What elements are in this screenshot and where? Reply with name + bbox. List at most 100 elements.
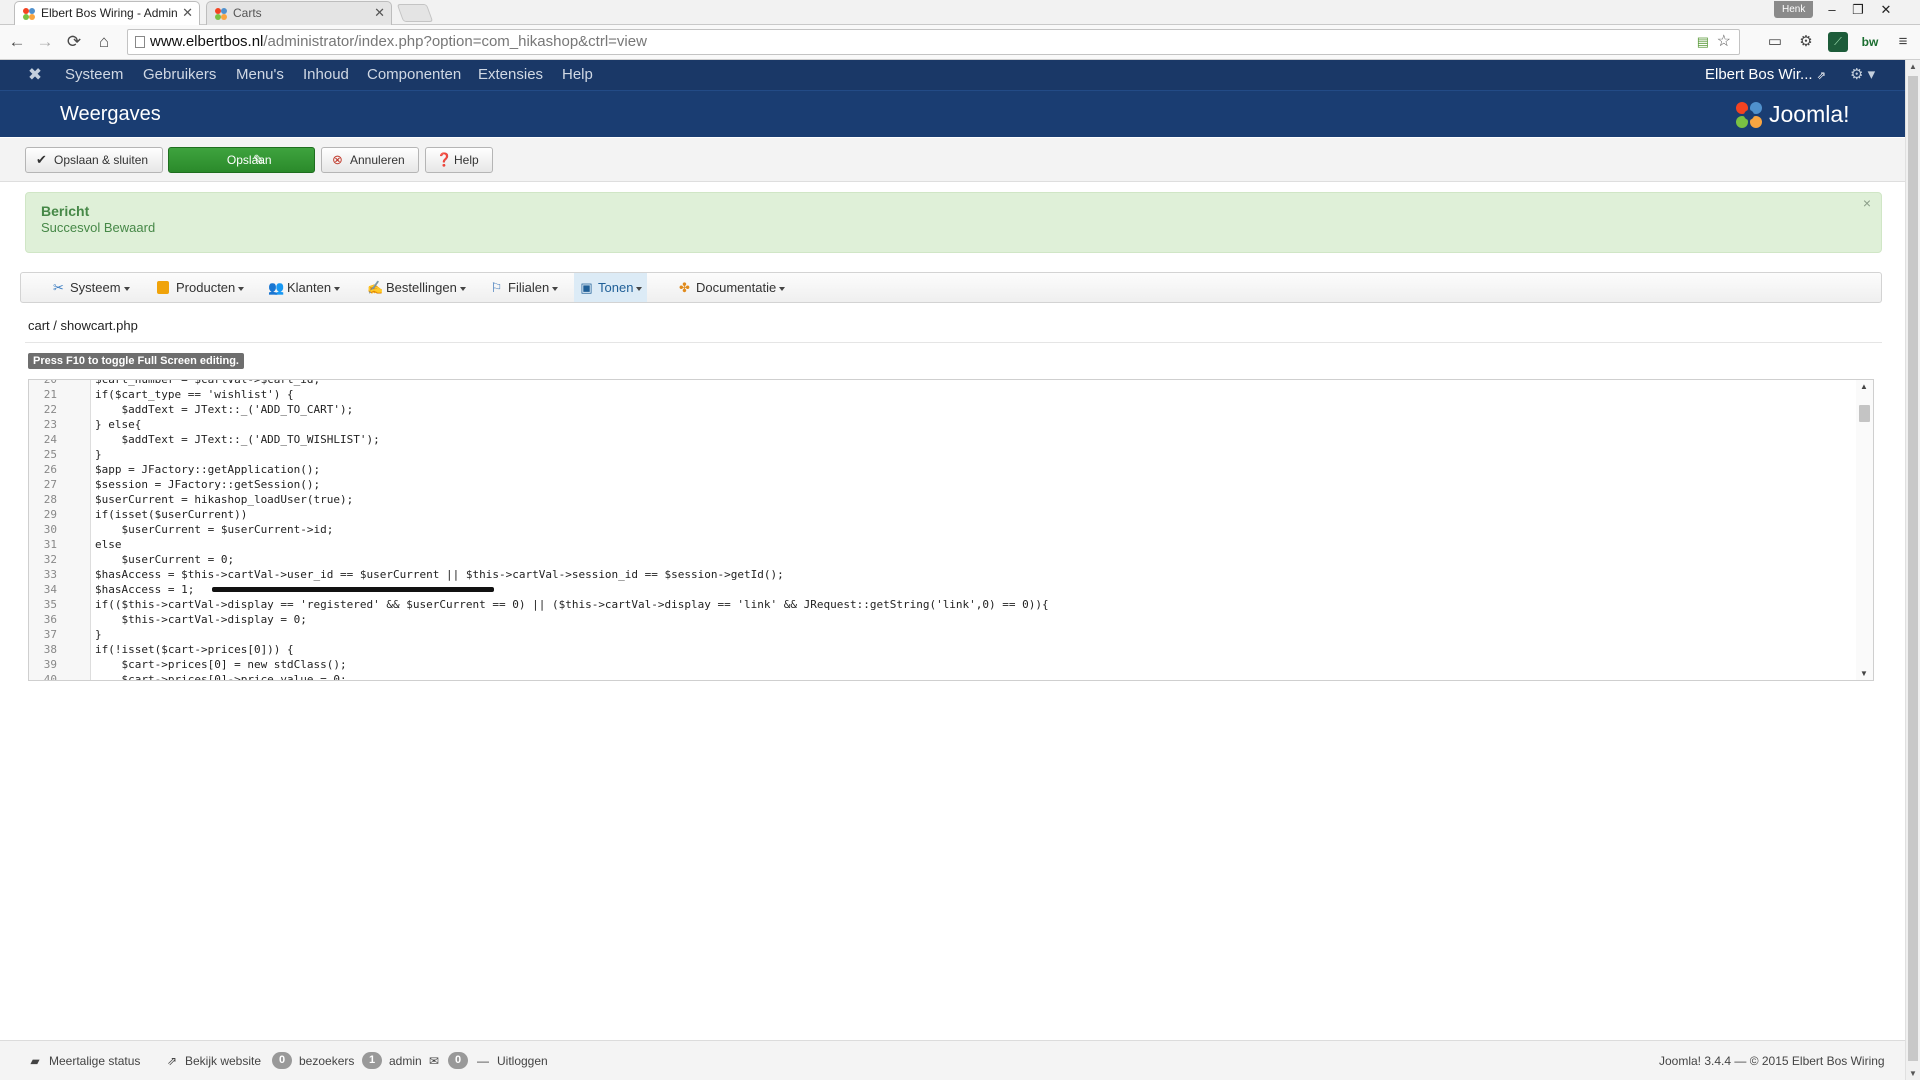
scroll-up-icon[interactable]: ▲ — [1909, 62, 1917, 71]
home-icon[interactable]: ⌂ — [93, 31, 115, 53]
editor-scrollbar[interactable]: ▲ ▼ — [1856, 380, 1873, 680]
code-text[interactable]: $cart->prices[0]->price_value = 0; — [95, 672, 346, 680]
extension-gear-icon[interactable]: ⚙ — [1796, 32, 1816, 52]
code-line[interactable]: 23} else{ — [29, 417, 1849, 432]
back-arrow-icon[interactable]: ← — [6, 31, 28, 53]
editor-scroll-thumb[interactable] — [1859, 405, 1870, 422]
line-number: 28 — [43, 493, 57, 506]
address-bar[interactable]: www.elbertbos.nl/administrator/index.php… — [127, 29, 1740, 55]
hmenu-documentatie[interactable]: ✤ Documentatie — [672, 273, 793, 302]
code-text[interactable]: } else{ — [95, 417, 141, 432]
hmenu-producten[interactable]: Producten — [152, 273, 252, 302]
browser-tab-carts[interactable]: Carts ✕ — [206, 1, 392, 25]
hmenu-filialen[interactable]: ⚐ Filialen — [484, 273, 566, 302]
code-line[interactable]: 35 if(($this->cartVal->display == 'regist… — [29, 597, 1849, 612]
minimize-button[interactable]: – — [1820, 0, 1844, 20]
scroll-down-icon[interactable]: ▼ — [1860, 669, 1868, 678]
code-text[interactable]: if(($this->cartVal->display == 'register… — [95, 597, 1049, 612]
code-line[interactable]: 32 $userCurrent = 0; — [29, 552, 1849, 567]
nav-extensies[interactable]: Extensies — [478, 60, 543, 90]
bookmark-star-icon[interactable]: ☆ — [1717, 30, 1731, 54]
code-line[interactable]: 22 $addText = JText::_('ADD_TO_CART'); — [29, 402, 1849, 417]
extension-bw-icon[interactable]: bw — [1860, 32, 1880, 52]
code-text[interactable]: if(isset($userCurrent)) — [95, 507, 247, 522]
external-link-icon: ⇗ — [166, 1054, 178, 1068]
code-text[interactable]: $addText = JText::_('ADD_TO_WISHLIST'); — [95, 432, 379, 447]
code-text[interactable]: $hasAccess = 1; — [95, 582, 194, 597]
forward-arrow-icon[interactable]: → — [34, 31, 56, 53]
code-text[interactable]: $userCurrent = 0; — [95, 552, 234, 567]
cast-icon[interactable]: ▭ — [1765, 32, 1785, 52]
cancel-label: Annuleren — [350, 153, 405, 167]
code-line[interactable]: 27 $session = JFactory::getSession(); — [29, 477, 1849, 492]
save-button[interactable]: ✎Opslaan — [168, 147, 315, 173]
nav-gebruikers[interactable]: Gebruikers — [143, 60, 216, 90]
code-line[interactable]: 25} — [29, 447, 1849, 462]
code-line[interactable]: 29 if(isset($userCurrent)) — [29, 507, 1849, 522]
restore-button[interactable]: ❐ — [1846, 0, 1870, 20]
hmenu-klanten[interactable]: 👥 Klanten — [263, 273, 348, 302]
close-window-button[interactable]: ✕ — [1874, 0, 1898, 20]
logout-link[interactable]: Uitloggen — [497, 1054, 548, 1068]
code-text[interactable]: $userCurrent = $userCurrent->id; — [95, 522, 333, 537]
code-text[interactable]: $userCurrent = hikashop_loadUser(true); — [95, 492, 353, 507]
code-line[interactable]: 20 $cart_number = $cartVal->$cart_id; — [29, 380, 1849, 387]
code-text[interactable]: $addText = JText::_('ADD_TO_CART'); — [95, 402, 353, 417]
code-text[interactable]: } — [95, 447, 102, 462]
chrome-menu-icon[interactable]: ≡ — [1893, 32, 1913, 52]
view-site-link[interactable]: Bekijk website — [185, 1054, 261, 1068]
cancel-button[interactable]: ⊗ Annuleren — [321, 147, 419, 173]
code-text[interactable]: $session = JFactory::getSession(); — [95, 477, 320, 492]
scroll-down-icon[interactable]: ▼ — [1909, 1069, 1917, 1078]
code-line[interactable]: 40 $cart->prices[0]->price_value = 0; — [29, 672, 1849, 680]
code-line[interactable]: 31 else — [29, 537, 1849, 552]
code-text[interactable]: $hasAccess = $this->cartVal->user_id == … — [95, 567, 784, 582]
close-icon[interactable]: × — [1863, 195, 1871, 211]
code-text[interactable]: $cart_number = $cartVal->$cart_id; — [95, 380, 320, 387]
reload-icon[interactable]: ⟳ — [63, 31, 85, 53]
help-button[interactable]: ❓ Help — [425, 147, 493, 173]
code-line[interactable]: 33 $hasAccess = $this->cartVal->user_id =… — [29, 567, 1849, 582]
code-text[interactable]: if($cart_type == 'wishlist') { — [95, 387, 294, 402]
joomla-menu-icon[interactable]: ✖ — [26, 66, 44, 84]
profile-button[interactable]: Henk — [1774, 1, 1814, 18]
tab-close-icon[interactable]: ✕ — [374, 2, 385, 24]
code-line[interactable]: 26 $app = JFactory::getApplication(); — [29, 462, 1849, 477]
hmenu-bestellingen[interactable]: ✍ Bestellingen — [362, 273, 474, 302]
code-text[interactable]: } — [95, 627, 102, 642]
code-line[interactable]: 39 $cart->prices[0] = new stdClass(); — [29, 657, 1849, 672]
nav-systeem[interactable]: Systeem — [65, 60, 123, 90]
hmenu-tonen[interactable]: ▣ Tonen — [574, 273, 647, 302]
nav-help[interactable]: Help — [562, 60, 593, 90]
nav-menus[interactable]: Menu's — [236, 60, 284, 90]
nav-inhoud[interactable]: Inhoud — [303, 60, 349, 90]
code-line[interactable]: 24 $addText = JText::_('ADD_TO_WISHLIST'… — [29, 432, 1849, 447]
multilang-status-link[interactable]: Meertalige status — [49, 1054, 140, 1068]
site-name-link[interactable]: Elbert Bos Wir... ⇗ — [1705, 60, 1826, 90]
code-text[interactable]: $this->cartVal->display = 0; — [95, 612, 306, 627]
code-line[interactable]: 21 if($cart_type == 'wishlist') { — [29, 387, 1849, 402]
code-text[interactable]: $cart->prices[0] = new stdClass(); — [95, 657, 346, 672]
code-text[interactable]: else — [95, 537, 122, 552]
tab-close-icon[interactable]: ✕ — [182, 2, 193, 24]
code-editor[interactable]: 20 $cart_number = $cartVal->$cart_id; 21 if… — [28, 379, 1874, 681]
code-line[interactable]: 36 $this->cartVal->display = 0; — [29, 612, 1849, 627]
code-line[interactable]: 37} — [29, 627, 1849, 642]
hmenu-systeem[interactable]: ✂ Systeem — [46, 273, 138, 302]
page-scroll-thumb[interactable] — [1908, 76, 1918, 1061]
page-scrollbar[interactable]: ▲ ▼ — [1905, 60, 1920, 1080]
scroll-up-icon[interactable]: ▲ — [1860, 382, 1868, 391]
new-tab-button[interactable] — [396, 4, 434, 22]
browser-tab-active[interactable]: Elbert Bos Wiring - Admin ✕ — [14, 1, 200, 25]
code-text[interactable]: $app = JFactory::getApplication(); — [95, 462, 320, 477]
extension-chart-icon[interactable]: ⟋ — [1828, 32, 1848, 52]
nav-componenten[interactable]: Componenten — [367, 60, 461, 90]
save-close-button[interactable]: ✔ Opslaan & sluiten — [25, 147, 163, 173]
visitors-count-badge: 0 — [272, 1052, 292, 1069]
code-line[interactable]: 28 $userCurrent = hikashop_loadUser(true)… — [29, 492, 1849, 507]
code-line[interactable]: 38 if(!isset($cart->prices[0])) { — [29, 642, 1849, 657]
code-line[interactable]: 30 $userCurrent = $userCurrent->id; — [29, 522, 1849, 537]
page-action-icon[interactable]: ▤ — [1697, 30, 1709, 54]
gear-icon[interactable]: ⚙ ▾ — [1850, 60, 1875, 90]
code-text[interactable]: if(!isset($cart->prices[0])) { — [95, 642, 294, 657]
